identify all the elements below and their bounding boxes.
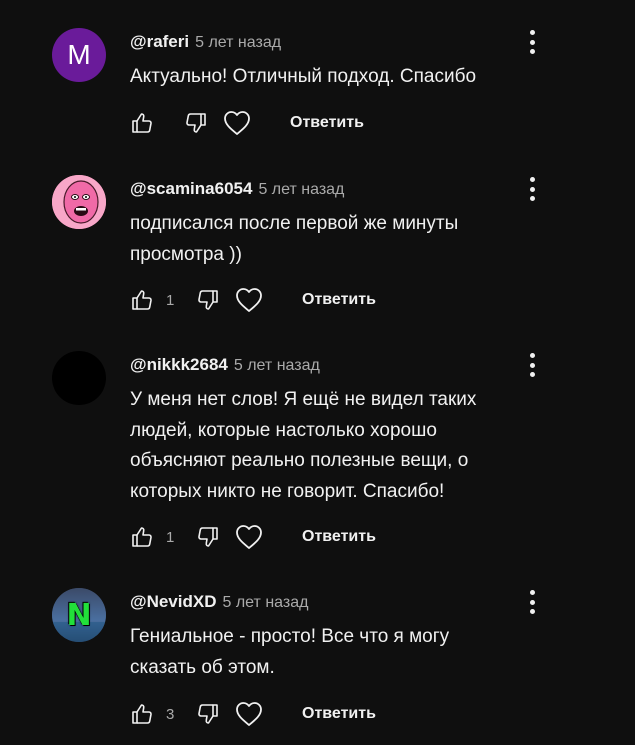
avatar[interactable] <box>52 175 106 229</box>
like-count: 3 <box>166 705 175 723</box>
more-vert-icon[interactable] <box>520 351 544 379</box>
heart-icon[interactable] <box>220 108 254 138</box>
thumb-up-icon[interactable] <box>128 700 156 728</box>
comment-header: @scamina6054 5 лет назад <box>130 179 344 199</box>
reply-button[interactable]: Ответить <box>302 705 376 723</box>
comment-header: @nikkk2684 5 лет назад <box>130 355 320 375</box>
comment-time[interactable]: 5 лет назад <box>234 357 320 375</box>
comment-header: @NevidXD 5 лет назад <box>130 592 308 612</box>
reply-button[interactable]: Ответить <box>290 114 364 132</box>
comment-time[interactable]: 5 лет назад <box>258 181 344 199</box>
thumb-up-icon[interactable] <box>128 286 156 314</box>
heart-icon[interactable] <box>232 522 266 552</box>
pink-face-avatar <box>52 175 106 229</box>
reply-button[interactable]: Ответить <box>302 528 376 546</box>
comment-time[interactable]: 5 лет назад <box>195 34 281 52</box>
comment-header: @raferi 5 лет назад <box>130 32 281 52</box>
comment-author[interactable]: @nikkk2684 <box>130 355 228 375</box>
thumb-up-icon[interactable] <box>128 523 156 551</box>
heart-icon[interactable] <box>232 285 266 315</box>
thumb-down-icon[interactable] <box>194 700 222 728</box>
comment-text: Гениальное - просто! Все что я могу сказ… <box>130 626 450 678</box>
avatar[interactable]: N <box>52 588 106 642</box>
avatar-letter: N <box>66 597 92 633</box>
comment-text: У меня нет слов! Я ещё не видел таких лю… <box>130 389 477 502</box>
reply-button[interactable]: Ответить <box>302 291 376 309</box>
like-count: 1 <box>166 291 175 309</box>
more-vert-icon[interactable] <box>520 28 544 56</box>
more-vert-icon[interactable] <box>520 588 544 616</box>
avatar[interactable]: M <box>52 28 106 82</box>
comment-time[interactable]: 5 лет назад <box>223 594 309 612</box>
comment-actions: 1 Ответить <box>128 522 376 552</box>
comment-text: подписался после первой же минуты просмо… <box>130 213 459 265</box>
comment-author[interactable]: @raferi <box>130 32 189 52</box>
comment-text: Актуально! Отличный подход. Спасибо <box>130 66 477 87</box>
comment-actions: 1 Ответить <box>128 285 376 315</box>
more-vert-icon[interactable] <box>520 175 544 203</box>
thumb-up-icon[interactable] <box>128 109 156 137</box>
thumb-down-icon[interactable] <box>194 286 222 314</box>
comment-author[interactable]: @scamina6054 <box>130 179 252 199</box>
avatar[interactable] <box>52 351 106 405</box>
thumb-down-icon[interactable] <box>182 109 210 137</box>
thumb-down-icon[interactable] <box>194 523 222 551</box>
comment-actions: Ответить <box>128 108 364 138</box>
comment-author[interactable]: @NevidXD <box>130 592 217 612</box>
avatar-letter: M <box>67 39 91 70</box>
like-count: 1 <box>166 528 175 546</box>
heart-icon[interactable] <box>232 699 266 729</box>
comment-actions: 3 Ответить <box>128 699 376 729</box>
